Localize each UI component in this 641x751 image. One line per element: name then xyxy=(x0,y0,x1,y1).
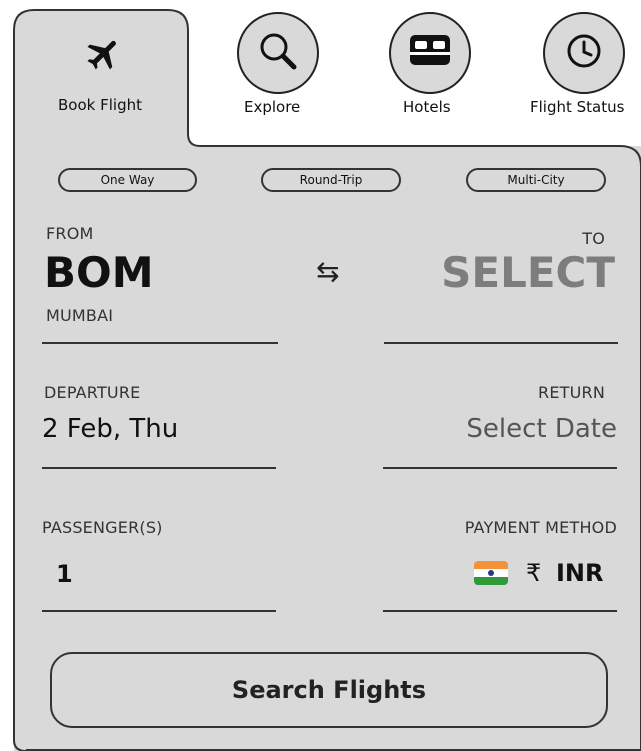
return-date-select[interactable]: Select Date xyxy=(466,414,617,444)
to-airport-select[interactable]: SELECT xyxy=(441,248,615,297)
trip-type-round-trip[interactable]: Round-Trip xyxy=(261,168,401,192)
currency-code: INR xyxy=(556,559,604,587)
return-label: RETURN xyxy=(538,383,605,402)
tab-book-flight-label: Book Flight xyxy=(58,96,142,114)
to-underline xyxy=(384,342,618,344)
trip-type-multi-city[interactable]: Multi-City xyxy=(466,168,606,192)
swap-icon[interactable]: ⇆ xyxy=(316,255,339,288)
tab-book-flight[interactable]: Book Flight xyxy=(12,12,188,142)
departure-label: DEPARTURE xyxy=(44,383,141,402)
to-label: TO xyxy=(582,229,605,248)
tab-hotels-label[interactable]: Hotels xyxy=(403,98,451,116)
payment-underline xyxy=(383,610,617,612)
passengers-underline xyxy=(42,610,276,612)
return-underline xyxy=(383,467,617,469)
tab-flight-status-label[interactable]: Flight Status xyxy=(530,98,641,116)
tab-hotels[interactable] xyxy=(389,12,471,94)
currency-symbol: ₹ xyxy=(526,559,542,587)
trip-type-one-way[interactable]: One Way xyxy=(58,168,197,192)
from-underline xyxy=(42,342,278,344)
clock-icon xyxy=(564,31,604,75)
tab-explore[interactable] xyxy=(237,12,319,94)
airplane-icon xyxy=(84,34,124,81)
from-label: FROM xyxy=(46,224,94,243)
departure-date[interactable]: 2 Feb, Thu xyxy=(42,414,178,444)
from-city: MUMBAI xyxy=(46,306,114,325)
passengers-value[interactable]: 1 xyxy=(56,560,73,588)
search-flights-button[interactable]: Search Flights xyxy=(50,652,608,728)
search-icon xyxy=(256,29,300,77)
bed-icon xyxy=(406,31,454,75)
departure-underline xyxy=(42,467,276,469)
passengers-label: PASSENGER(S) xyxy=(42,518,163,537)
india-flag-icon xyxy=(474,561,508,585)
payment-method-label: PAYMENT METHOD xyxy=(464,518,617,537)
tab-flight-status[interactable] xyxy=(543,12,625,94)
from-airport-code[interactable]: BOM xyxy=(44,248,154,297)
tab-explore-label[interactable]: Explore xyxy=(244,98,300,116)
